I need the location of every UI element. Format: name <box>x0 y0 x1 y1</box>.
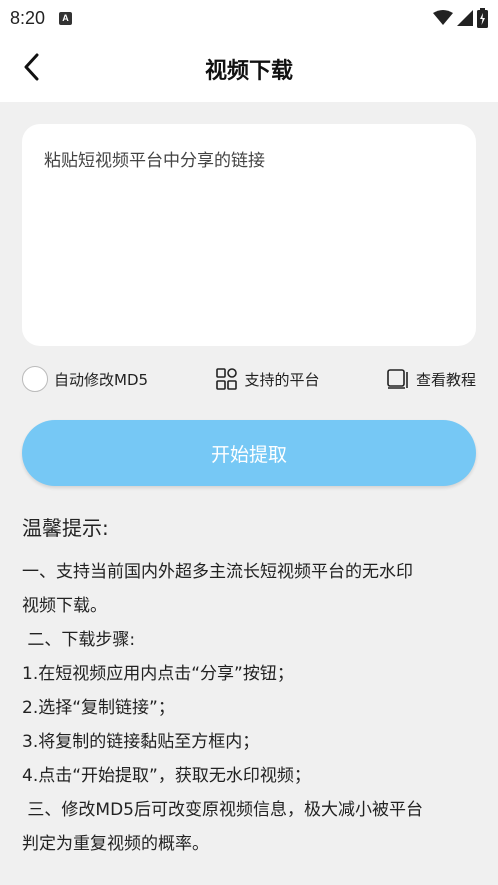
tip-line: 三、修改MD5后可改变原视频信息，极大减小被平台 <box>22 800 423 820</box>
status-right <box>433 8 488 28</box>
status-time: 8:20 <box>10 7 46 28</box>
app-bar: 视频下载 <box>0 36 498 102</box>
tutorial-link[interactable]: 查看教程 <box>386 367 476 391</box>
status-bar: 8:20 A <box>0 0 498 36</box>
page-title: 视频下载 <box>204 59 293 84</box>
signal-icon <box>457 10 473 26</box>
chevron-left-icon <box>24 53 39 81</box>
tip-line: 二、下载步骤: <box>22 630 136 650</box>
back-button[interactable] <box>16 52 46 82</box>
notification-icon: A <box>59 11 73 25</box>
tip-line: 判定为重复视频的概率。 <box>22 834 209 854</box>
tutorial-label: 查看教程 <box>415 370 476 389</box>
supported-platforms-label: 支持的平台 <box>244 370 320 389</box>
tip-line: 3.将复制的链接黏贴至方框内； <box>22 732 260 752</box>
grid-icon <box>215 368 237 390</box>
tip-line: 一、支持当前国内外超多主流长短视频平台的无水印 <box>22 562 413 582</box>
tip-line: 4.点击“开始提取”，获取无水印视频； <box>22 766 311 786</box>
link-input[interactable]: 粘贴短视频平台中分享的链接 <box>22 124 476 346</box>
modify-md5-label: 自动修改MD5 <box>54 370 149 389</box>
tip-line: 视频下载。 <box>22 596 107 616</box>
tip-line: 2.选择“复制链接”； <box>22 698 175 718</box>
supported-platforms-link[interactable]: 支持的平台 <box>215 367 320 391</box>
tip-line: 1.在短视频应用内点击“分享”按钮； <box>22 664 294 684</box>
link-input-placeholder: 粘贴短视频平台中分享的链接 <box>44 151 265 171</box>
tips-section: 温馨提示: 一、支持当前国内外超多主流长短视频平台的无水印 视频下载。 二、下载… <box>22 512 482 861</box>
main-content: 粘贴短视频平台中分享的链接 自动修改MD5 支持的平台 查看教程 开始提取 温馨… <box>0 102 498 885</box>
modify-md5-option[interactable]: 自动修改MD5 <box>22 366 148 392</box>
wifi-icon <box>433 10 453 25</box>
tips-title: 温馨提示: <box>22 516 109 540</box>
options-row: 自动修改MD5 支持的平台 查看教程 <box>22 364 476 394</box>
start-extract-button[interactable]: 开始提取 <box>22 420 476 486</box>
modify-md5-radio[interactable] <box>22 366 48 392</box>
battery-icon <box>477 8 488 28</box>
book-icon <box>387 369 408 389</box>
